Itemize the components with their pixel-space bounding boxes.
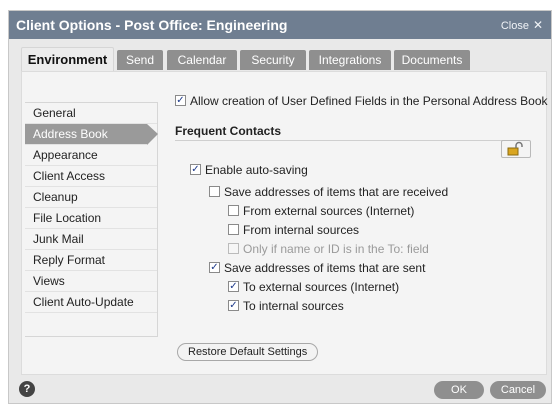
sidebar-item-label: Address Book <box>33 127 108 141</box>
section-divider <box>175 140 529 141</box>
from-external-checkbox[interactable] <box>228 205 239 216</box>
from-internal-label: From internal sources <box>243 223 360 237</box>
sidebar-item-appearance[interactable]: Appearance <box>25 145 157 166</box>
only-if-to-label: Only if name or ID is in the To: field <box>243 242 429 256</box>
close-icon: ✕ <box>532 18 543 32</box>
ok-button[interactable]: OK <box>434 381 484 399</box>
selection-arrow-icon <box>147 124 158 145</box>
sidebar-item-client-auto-update[interactable]: Client Auto-Update <box>25 292 157 313</box>
allow-udf-label: Allow creation of User Defined Fields in… <box>190 94 548 108</box>
sidebar-item-reply-format[interactable]: Reply Format <box>25 250 157 271</box>
sidebar: General Address Book Appearance Client A… <box>25 102 158 337</box>
tab-calendar[interactable]: Calendar <box>167 50 237 70</box>
close-label: Close <box>500 20 529 32</box>
frequent-contacts-title: Frequent Contacts <box>175 124 282 138</box>
sidebar-item-file-location[interactable]: File Location <box>25 208 157 229</box>
cancel-button[interactable]: Cancel <box>490 381 546 399</box>
tab-integrations[interactable]: Integrations <box>309 50 391 70</box>
lock-open-icon <box>507 141 523 156</box>
sidebar-item-cleanup[interactable]: Cleanup <box>25 187 157 208</box>
sidebar-item-views[interactable]: Views <box>25 271 157 292</box>
title-bar: Client Options - Post Office: Engineerin… <box>9 11 551 39</box>
to-external-checkbox[interactable]: ✓ <box>228 281 239 292</box>
tab-security[interactable]: Security <box>240 50 306 70</box>
save-received-label: Save addresses of items that are receive… <box>224 185 449 199</box>
tab-documents[interactable]: Documents <box>394 50 470 70</box>
to-internal-label: To internal sources <box>243 299 344 313</box>
dialog-title: Client Options - Post Office: Engineerin… <box>16 17 288 33</box>
from-internal-checkbox[interactable] <box>228 224 239 235</box>
sidebar-item-client-access[interactable]: Client Access <box>25 166 157 187</box>
sidebar-item-general[interactable]: General <box>25 103 157 124</box>
lock-button[interactable] <box>501 140 531 158</box>
save-sent-label: Save addresses of items that are sent <box>224 261 426 275</box>
only-if-to-checkbox[interactable] <box>228 243 239 254</box>
help-icon[interactable]: ? <box>19 381 35 397</box>
from-external-label: From external sources (Internet) <box>243 204 415 218</box>
sidebar-item-address-book[interactable]: Address Book <box>25 124 158 145</box>
tab-send[interactable]: Send <box>117 50 163 70</box>
environment-panel: General Address Book Appearance Client A… <box>21 71 548 375</box>
enable-auto-saving-checkbox[interactable]: ✓ <box>190 164 201 175</box>
save-sent-checkbox[interactable]: ✓ <box>209 262 220 273</box>
tab-environment[interactable]: Environment <box>21 47 114 71</box>
restore-defaults-button[interactable]: Restore Default Settings <box>177 343 319 361</box>
close-button[interactable]: Close ✕ <box>501 18 543 32</box>
sidebar-item-junk-mail[interactable]: Junk Mail <box>25 229 157 250</box>
to-external-label: To external sources (Internet) <box>243 280 400 294</box>
footer-bar: ? OK Cancel <box>9 375 551 403</box>
to-internal-checkbox[interactable]: ✓ <box>228 300 239 311</box>
client-options-dialog: Client Options - Post Office: Engineerin… <box>8 10 552 404</box>
allow-udf-checkbox[interactable]: ✓ <box>175 95 186 106</box>
enable-auto-saving-label: Enable auto-saving <box>205 163 308 177</box>
save-received-checkbox[interactable] <box>209 186 220 197</box>
